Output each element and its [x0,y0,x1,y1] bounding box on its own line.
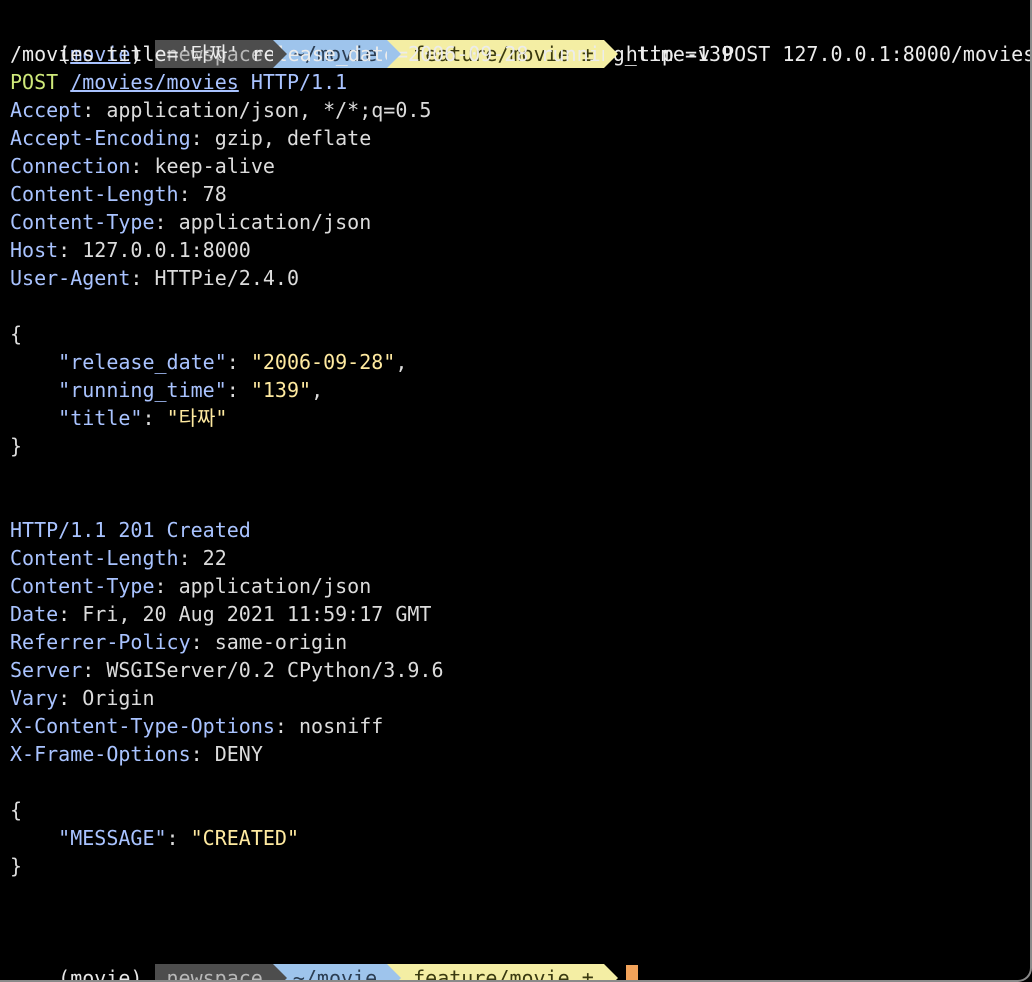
header-name: X-Content-Type-Options [10,714,275,738]
request-body-field: "release_date": "2006-09-28", [58,350,408,374]
prompt-dir-segment: ~/movie [272,964,402,982]
header-name: Content-Length [10,182,179,206]
response-status: HTTP/1.1 201 Created [10,518,251,542]
header-value: 22 [202,546,227,570]
header-name: Content-Length [10,546,179,570]
header-name: Referrer-Policy [10,630,191,654]
header-value: Fri, 20 Aug 2021 11:59:17 GMT [82,602,432,626]
terminal-window[interactable]: (movie) newspace ~/movie feature/movie ± ht… [0,0,1032,982]
prompt-line-2: (movie) newspace ~/movie feature/movie ± [10,936,638,980]
header-value: gzip, deflate [214,126,372,150]
header-value: WSGIServer/0.2 CPython/3.9.6 [106,658,444,682]
response-header: Referrer-Policy: same-origin [10,630,348,654]
response-body-close: } [10,854,23,878]
response-header: Content-Length: 22 [10,546,227,570]
request-body-close: } [10,434,23,458]
prompt-host: newspace [166,966,263,982]
request-method: POST [10,70,59,94]
json-sep: , [395,350,408,374]
prompt-line-1: (movie) newspace ~/movie feature/movie ± ht… [10,12,1030,68]
terminal-cursor[interactable] [625,965,638,980]
request-header: Host: 127.0.0.1:8000 [10,238,251,262]
prompt-host-segment: newspace [154,964,287,982]
header-value: application/json [178,210,372,234]
header-value: HTTPie/2.4.0 [154,266,300,290]
json-key: "running_time" [58,378,227,402]
header-name: Vary [10,686,59,710]
powerline-arrow-icon [272,964,287,980]
response-header: X-Frame-Options: DENY [10,742,263,766]
response-body-field: "MESSAGE": "CREATED" [58,826,300,850]
header-value: DENY [214,742,263,766]
header-name: Accept [10,98,83,122]
venv-label: (movie) [58,966,155,982]
header-value: 78 [202,182,227,206]
header-value: nosniff [299,714,384,738]
header-name: Host [10,238,59,262]
powerline-arrow-icon [272,40,287,68]
json-value: "타짜" [166,406,228,430]
header-name: Date [10,602,59,626]
request-version: HTTP/1.1 [250,70,348,94]
request-body-open: { [10,322,23,346]
json-value: "2006-09-28" [250,350,396,374]
request-header: Connection: keep-alive [10,154,275,178]
json-value: "139" [250,378,312,402]
powerline-arrow-icon [603,964,618,980]
powerline-arrow-icon [387,964,402,980]
header-name: Server [10,658,83,682]
prompt-dir: ~/movie [292,966,378,982]
response-body-open: { [10,798,23,822]
json-key: "MESSAGE" [58,826,167,850]
header-value: 127.0.0.1:8000 [82,238,251,262]
header-value: application/json, */*;q=0.5 [106,98,432,122]
header-name: Content-Type [10,210,155,234]
powerline-arrow-icon [387,40,402,68]
request-header: Content-Length: 78 [10,182,227,206]
json-value: "CREATED" [190,826,300,850]
request-header: Accept: application/json, */*;q=0.5 [10,98,432,122]
prompt-git-segment: feature/movie ± [387,964,618,982]
header-name: X-Frame-Options [10,742,191,766]
response-header: X-Content-Type-Options: nosniff [10,714,384,738]
header-value: application/json [178,574,372,598]
command-continuation: /movies title='타짜' release_date=2006-09-… [10,42,734,66]
response-header: Content-Type: application/json [10,574,372,598]
header-name: User-Agent [10,266,131,290]
prompt-branch: feature/movie ± [413,966,594,982]
request-body-field: "title": "타짜" [58,406,228,430]
header-name: Content-Type [10,574,155,598]
header-value: same-origin [214,630,348,654]
response-header: Date: Fri, 20 Aug 2021 11:59:17 GMT [10,602,432,626]
request-header: User-Agent: HTTPie/2.4.0 [10,266,300,290]
request-path: /movies/movies [70,70,239,94]
response-header: Server: WSGIServer/0.2 CPython/3.9.6 [10,658,444,682]
request-line: POST /movies/movies HTTP/1.1 [10,68,347,96]
request-header: Accept-Encoding: gzip, deflate [10,126,372,150]
request-header: Content-Type: application/json [10,210,372,234]
json-sep: , [311,378,324,402]
request-body-field: "running_time": "139", [58,378,324,402]
header-value: keep-alive [154,154,275,178]
header-name: Connection [10,154,131,178]
json-key: "release_date" [58,350,227,374]
header-name: Accept-Encoding [10,126,191,150]
response-header: Vary: Origin [10,686,155,710]
json-key: "title" [58,406,143,430]
powerline-arrow-icon [603,40,618,68]
header-value: Origin [82,686,155,710]
